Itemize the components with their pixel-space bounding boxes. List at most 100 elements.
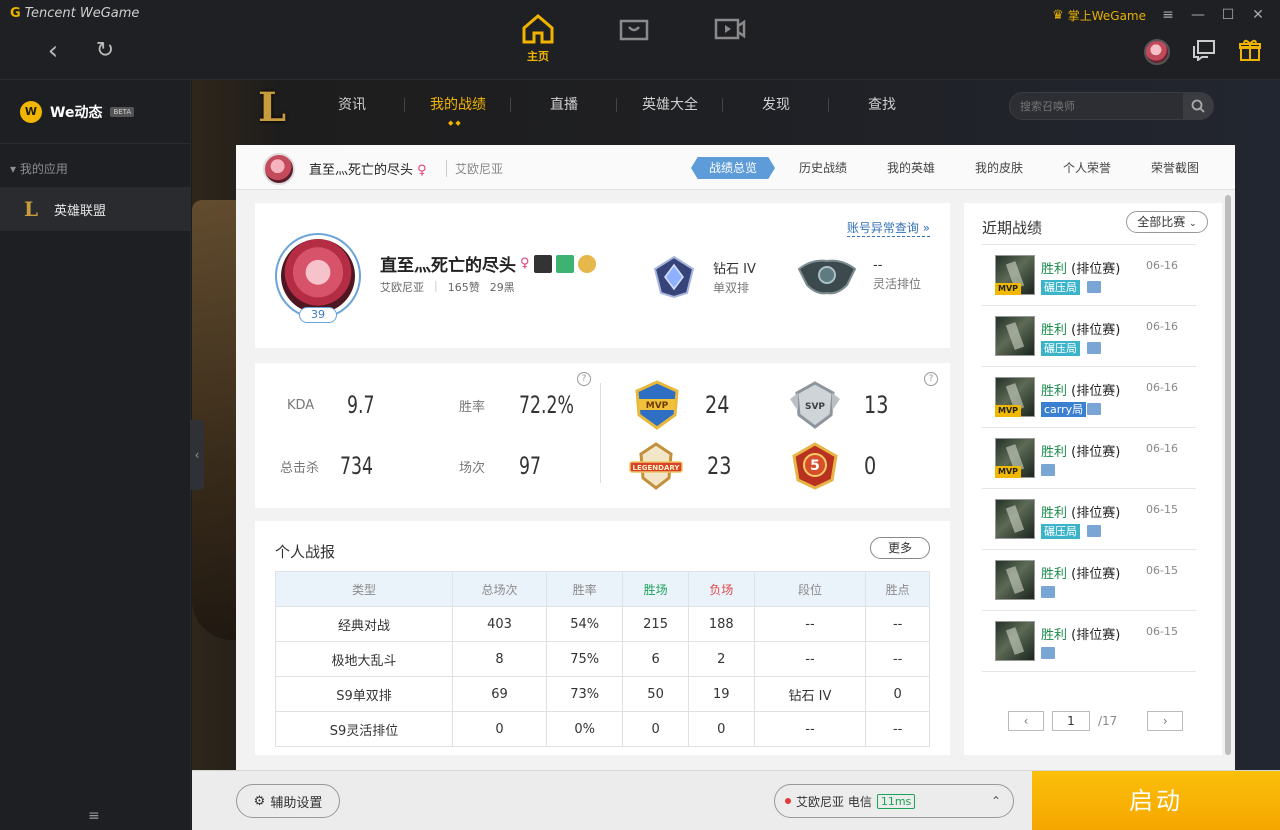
gift-icon[interactable] — [1238, 38, 1262, 66]
menu-icon[interactable]: ≡ — [1160, 7, 1176, 23]
back-button[interactable]: ‹ — [38, 36, 68, 66]
copy-icon[interactable] — [555, 254, 574, 273]
refresh-button[interactable]: ↻ — [90, 36, 120, 66]
assist-settings-button[interactable]: ⚙ 辅助设置 — [236, 784, 340, 818]
recent-title: 近期战绩 — [982, 219, 1043, 237]
result-text: 胜利 — [1041, 628, 1068, 643]
kda-label: KDA — [287, 397, 315, 413]
tab-honor[interactable]: 个人荣誉 — [1043, 157, 1131, 179]
cell: 19 — [687, 676, 755, 712]
sidebar-item-lol[interactable]: L 英雄联盟 — [0, 187, 190, 231]
account-abnormal-link[interactable]: 账号异常查询 » — [846, 219, 930, 237]
cell: 69 — [451, 676, 548, 712]
sidebar-menu-icon[interactable]: ≡ — [88, 808, 100, 824]
screenshot-icon[interactable] — [1041, 586, 1055, 598]
list-item[interactable]: 胜利 (排位赛) 06-15 — [982, 550, 1196, 611]
medal-svp: SVP 13 — [788, 379, 895, 431]
stats-help-icon[interactable]: ? — [577, 372, 591, 386]
list-item[interactable]: MVP 胜利 (排位赛) 06-16 carry局 — [982, 367, 1196, 428]
beta-badge: BETA — [110, 106, 135, 117]
screenshot-icon[interactable] — [1087, 525, 1101, 537]
mobile-wegame-link[interactable]: ♛ 掌上WeGame — [1052, 7, 1146, 24]
my-apps-section[interactable]: ▾ 我的应用 — [0, 144, 190, 177]
tab-honor-screenshot[interactable]: 荣誉截图 — [1131, 157, 1219, 179]
next-page-button[interactable]: › — [1147, 711, 1184, 731]
tab-store[interactable] — [606, 10, 662, 64]
kda-stat: KDA 9.7 — [287, 391, 381, 419]
tab-my-heroes[interactable]: 我的英雄 — [867, 157, 955, 179]
cell: -- — [865, 711, 930, 747]
game-date: 06-16 — [1146, 259, 1178, 272]
server-selector[interactable]: 艾欧尼亚 电信 11ms ⌃ — [774, 784, 1014, 818]
we-dynamics-header[interactable]: W We动态 BETA — [0, 80, 190, 144]
summoner-search-input[interactable] — [1010, 93, 1170, 119]
tab-my-record[interactable]: 我的战绩 — [405, 80, 511, 148]
collapse-sidebar-button[interactable]: ‹ — [190, 420, 204, 490]
tab-find[interactable]: 查找 — [829, 80, 935, 130]
tab-heroes[interactable]: 英雄大全 — [617, 80, 723, 130]
tab-news[interactable]: 资讯 — [299, 80, 405, 130]
start-game-button[interactable]: 启动 — [1032, 771, 1280, 830]
game-mode: (排位赛) — [1071, 506, 1121, 521]
user-avatar[interactable] — [1144, 39, 1170, 65]
list-item[interactable]: 胜利 (排位赛) 06-15 — [982, 611, 1196, 672]
screenshot-icon[interactable] — [1087, 281, 1101, 293]
summoner-search — [1009, 92, 1214, 120]
screenshot-icon[interactable] — [1087, 342, 1101, 354]
page-input[interactable]: 1 — [1052, 711, 1090, 731]
tab-discover[interactable]: 发现 — [723, 80, 829, 130]
tab-home[interactable]: 主页 — [510, 10, 566, 64]
winrate-value: 72.2% — [519, 391, 574, 419]
screenshot-icon[interactable] — [1087, 403, 1101, 415]
solo-rank-tier: 钻石 IV — [713, 262, 756, 277]
tab-history[interactable]: 历史战绩 — [779, 157, 867, 179]
lol-tabs: 资讯 我的战绩 直播 英雄大全 发现 查找 — [299, 80, 935, 148]
svp-medal-icon: SVP — [790, 381, 840, 429]
summoner-name-text: 直至灬死亡的尽头 — [380, 256, 516, 276]
profile-card: 39 直至灬死亡的尽头 ♀ 艾欧尼亚 | 165赞 29黑 账号异常查询 » 钻… — [255, 203, 950, 348]
screenshot-icon[interactable] — [1041, 464, 1055, 476]
tab-my-skins[interactable]: 我的皮肤 — [955, 157, 1043, 179]
summoner-name: 直至灬死亡的尽头 ♀ — [380, 251, 596, 276]
mvp-badge: MVP — [995, 283, 1021, 295]
list-item[interactable]: MVP 胜利 (排位赛) 06-16 — [982, 428, 1196, 489]
summoner-name-small: 直至灬死亡的尽头 ♀ — [309, 159, 427, 178]
tab-overview[interactable]: 战绩总览 — [691, 157, 775, 179]
close-icon[interactable]: ✕ — [1250, 7, 1266, 23]
cell: 403 — [451, 606, 548, 642]
summoner-subheader: 直至灬死亡的尽头 ♀ 艾欧尼亚 战绩总览 历史战绩 我的英雄 我的皮肤 个人荣誉… — [236, 145, 1235, 190]
cell: 8 — [451, 641, 548, 677]
screenshot-icon[interactable] — [1041, 647, 1055, 659]
cell: 2 — [687, 641, 755, 677]
search-button[interactable] — [1183, 93, 1213, 119]
flex-rank-label: 灵活排位 — [873, 277, 922, 291]
chevron-up-icon: ⌃ — [990, 794, 1001, 808]
tab-video[interactable] — [702, 10, 758, 64]
list-item[interactable]: 胜利 (排位赛) 06-16 碾压局 — [982, 306, 1196, 367]
legendary-count: 23 — [707, 452, 732, 480]
list-item[interactable]: MVP 胜利 (排位赛) 06-16 碾压局 — [982, 245, 1196, 306]
brand-text: Tencent WeGame — [24, 6, 140, 21]
game-mode: (排位赛) — [1071, 628, 1121, 643]
list-item[interactable]: 胜利 (排位赛) 06-15 碾压局 — [982, 489, 1196, 550]
maximize-icon[interactable]: ☐ — [1220, 7, 1236, 23]
cell: 73% — [546, 676, 624, 712]
prev-page-button[interactable]: ‹ — [1008, 711, 1044, 731]
tab-live[interactable]: 直播 — [511, 80, 617, 130]
cell: 6 — [622, 641, 689, 677]
scrollbar[interactable] — [1225, 195, 1231, 755]
medals-help-icon[interactable]: ? — [924, 372, 938, 386]
all-games-filter[interactable]: 全部比赛 ⌄ — [1126, 211, 1208, 233]
chat-icon[interactable] — [1192, 39, 1216, 65]
game-result: 胜利 (排位赛) — [1041, 258, 1120, 277]
col-winrate: 胜率 — [546, 571, 624, 607]
svg-text:SVP: SVP — [805, 402, 825, 412]
game-result: 胜利 (排位赛) — [1041, 563, 1120, 582]
home-icon — [510, 10, 566, 48]
cell: 0 — [865, 676, 930, 712]
minimize-icon[interactable]: — — [1190, 7, 1206, 23]
cell: 经典对战 — [275, 606, 453, 642]
more-button[interactable]: 更多 — [870, 537, 930, 559]
record-subtabs: 战绩总览 历史战绩 我的英雄 我的皮肤 个人荣誉 荣誉截图 — [691, 157, 1219, 179]
medal-legendary: LEGENDARY 23 — [627, 440, 738, 492]
